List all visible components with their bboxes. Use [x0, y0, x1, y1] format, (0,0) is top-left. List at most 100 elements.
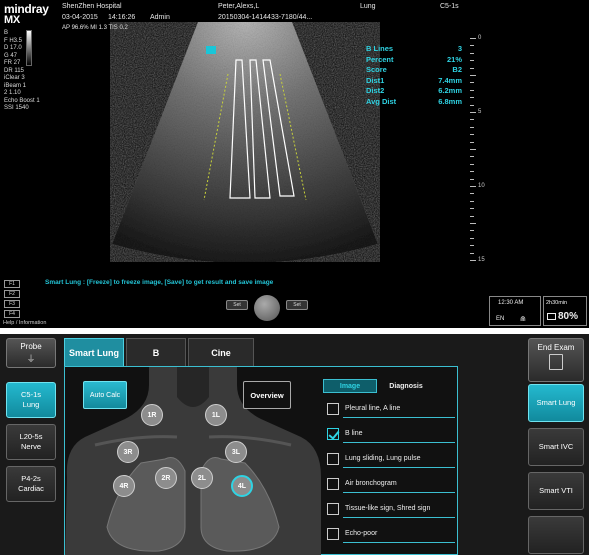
sign-checkbox[interactable]: [327, 428, 339, 440]
overview-button[interactable]: Overview: [243, 381, 291, 409]
measurement-value: B2: [452, 65, 462, 74]
end-exam-button[interactable]: End Exam: [528, 338, 584, 382]
measurement-row: Dist1 7.4mm: [366, 76, 462, 87]
measurement-row: B Lines 3: [366, 44, 462, 55]
image-param: iBeam 1: [4, 82, 27, 89]
mode-smart-vti[interactable]: Smart VTI: [528, 472, 584, 510]
smart-lung-panel: Auto Calc Overview 1R 1L 3R 3L 2R 2L 4R 4L Imag…: [64, 366, 458, 555]
trackball[interactable]: [254, 295, 280, 321]
zone-4l[interactable]: 4L: [231, 475, 253, 497]
function-key-f3[interactable]: F3: [4, 300, 20, 308]
probe-header: Probe ⏚: [6, 338, 56, 368]
depth-tick: [470, 252, 474, 254]
depth-tick: [470, 75, 476, 76]
tab-b[interactable]: B: [126, 338, 186, 366]
depth-tick: [470, 230, 474, 232]
depth-tick: [470, 193, 474, 195]
zone-2r[interactable]: 2R: [155, 467, 177, 489]
sign-separator: [343, 492, 455, 493]
operator-name: Admin: [150, 14, 170, 21]
image-param: SSI 1540: [4, 105, 29, 111]
zone-1l[interactable]: 1L: [205, 404, 227, 426]
depth-tick: [470, 186, 476, 187]
trackball-left-key[interactable]: Set: [226, 300, 248, 310]
scan-sector: [112, 22, 378, 262]
exam-id: 20150304-1414433-7180/44...: [218, 14, 313, 21]
image-param: 2 1.10: [4, 90, 21, 96]
depth-tick: [470, 82, 474, 84]
hospital-name: ShenZhen Hospital: [62, 3, 122, 10]
depth-label: 15: [478, 257, 485, 263]
measurement-value: 3: [457, 44, 462, 53]
tab-cine[interactable]: Cine: [188, 338, 254, 366]
probe-l20-5s[interactable]: L20-5s Nerve: [6, 424, 56, 460]
probe-application: Cardiac: [18, 484, 44, 493]
probe-c5-1s[interactable]: C5-1s Lung: [6, 382, 56, 418]
image-param: Echo Boost 1: [4, 97, 40, 104]
function-key-f4[interactable]: F4: [4, 310, 20, 318]
neck-shadow: [177, 367, 209, 407]
depth-tick: [470, 97, 474, 99]
depth-tick: [470, 163, 474, 165]
clipboard-check-icon: [549, 354, 563, 370]
zone-4r[interactable]: 4R: [113, 475, 135, 497]
tab-image[interactable]: Image: [323, 379, 377, 393]
sign-checkbox[interactable]: [327, 503, 339, 515]
language-indicator: EN: [496, 316, 505, 322]
depth-tick: [470, 178, 474, 180]
exam-time: 14:16:26: [108, 14, 136, 21]
mode-smart-lung[interactable]: Smart Lung: [528, 384, 584, 422]
probe-icon: ⏚: [26, 354, 36, 364]
end-exam-label: End Exam: [537, 343, 575, 352]
sign-label: Air bronchogram: [345, 480, 397, 487]
depth-tick: [470, 38, 476, 39]
mode-empty-slot[interactable]: [528, 516, 584, 554]
depth-tick: [470, 141, 474, 143]
depth-tick: [470, 52, 474, 54]
depth-tick: [470, 156, 474, 158]
mode-smart-ivc[interactable]: Smart IVC: [528, 428, 584, 466]
zone-3l[interactable]: 3L: [225, 441, 247, 463]
sign-checkbox[interactable]: [327, 453, 339, 465]
function-key-f1[interactable]: F1: [4, 280, 20, 288]
depth-label: 10: [478, 183, 485, 189]
measurement-panel: B Lines 3 Percent 21% Score B2 Dist1 7.4mm Dist2…: [366, 44, 462, 107]
zone-3r[interactable]: 3R: [117, 441, 139, 463]
wifi-icon: ⋒: [520, 316, 526, 323]
depth-tick: [470, 149, 476, 150]
sign-separator: [343, 417, 455, 418]
function-key-f2[interactable]: F2: [4, 290, 20, 298]
battery-time: 2h30min: [546, 300, 568, 306]
measurement-value: 21%: [446, 54, 462, 64]
depth-tick: [470, 60, 474, 62]
depth-tick: [470, 215, 474, 217]
measurement-label: Avg Dist: [366, 96, 397, 106]
sign-checkbox[interactable]: [327, 478, 339, 490]
measurement-value: 6.8mm: [438, 96, 462, 106]
probe-p4-2s[interactable]: P4-2s Cardiac: [6, 466, 56, 502]
auto-calc-button[interactable]: Auto Calc: [83, 381, 127, 409]
battery-percent: 80%: [558, 311, 579, 322]
depth-tick: [470, 112, 476, 113]
sign-label: Echo-poor: [345, 530, 378, 537]
image-param: D 17.0: [4, 45, 22, 51]
depth-tick: [470, 134, 474, 136]
depth-tick: [470, 245, 474, 247]
trackball-right-key[interactable]: Set: [286, 300, 308, 310]
depth-scale: 0 5 10 15: [470, 35, 490, 270]
depth-tick: [470, 67, 474, 69]
sign-label: B line: [345, 430, 363, 437]
zone-1r[interactable]: 1R: [141, 404, 163, 426]
image-param: B: [4, 30, 9, 36]
sign-separator: [343, 467, 455, 468]
focus-marker: [206, 46, 216, 54]
measurement-label: Dist2: [366, 86, 385, 95]
image-param: F H3.5: [4, 37, 23, 44]
depth-tick: [470, 237, 474, 239]
tab-diagnosis[interactable]: Diagnosis: [379, 379, 433, 393]
sign-checkbox[interactable]: [327, 528, 339, 540]
exam-type: Lung: [360, 3, 376, 10]
zone-2l[interactable]: 2L: [191, 467, 213, 489]
sign-checkbox[interactable]: [327, 403, 339, 415]
tab-smart-lung[interactable]: Smart Lung: [64, 338, 124, 366]
